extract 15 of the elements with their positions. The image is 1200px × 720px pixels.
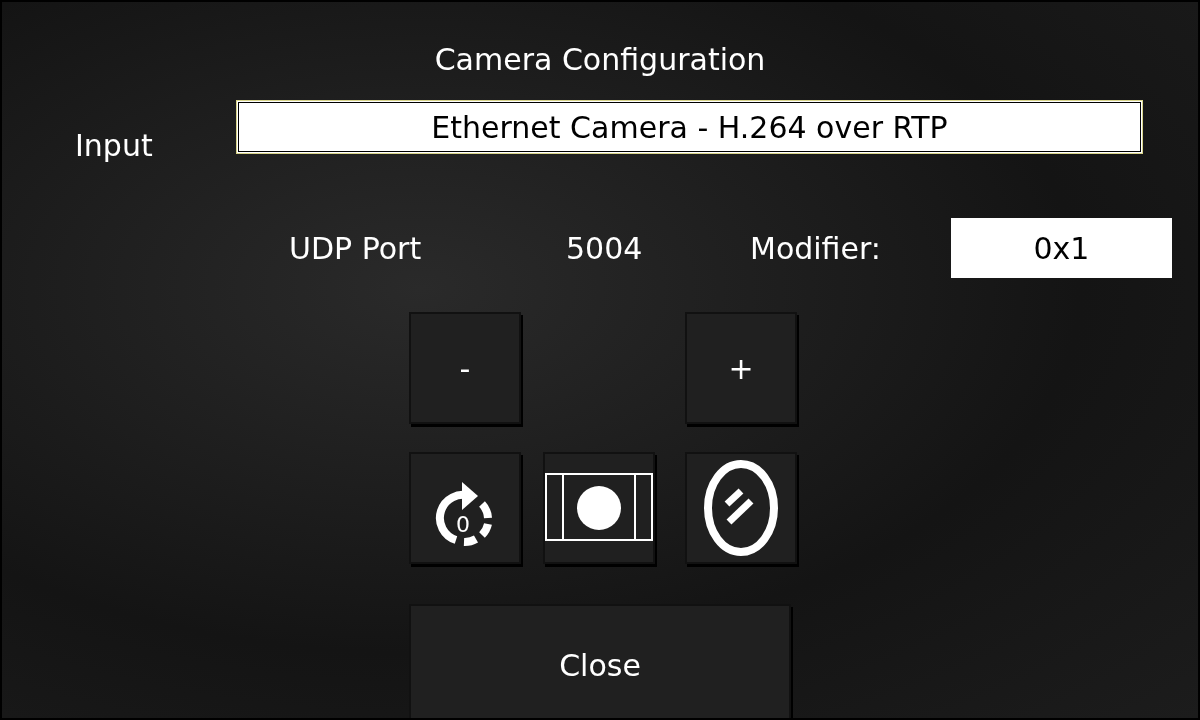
port-label: UDP Port: [289, 230, 423, 266]
mirror-button[interactable]: [685, 452, 797, 564]
input-select[interactable]: Ethernet Camera - H.264 over RTP: [236, 100, 1143, 154]
close-button[interactable]: Close: [409, 604, 791, 718]
port-value: 5004: [566, 230, 644, 266]
minus-button[interactable]: -: [409, 312, 521, 424]
dialog-title: Camera Configuration: [433, 42, 767, 78]
modifier-field[interactable]: 0x1: [951, 218, 1172, 278]
aspect-ratio-button[interactable]: [543, 452, 655, 564]
aspect-ratio-icon: [545, 473, 653, 543]
rotate-button[interactable]: 0: [409, 452, 521, 564]
input-label: Input: [75, 127, 154, 164]
modifier-label: Modifier:: [750, 230, 882, 266]
plus-button[interactable]: +: [685, 312, 797, 424]
mirror-icon: [701, 458, 781, 558]
